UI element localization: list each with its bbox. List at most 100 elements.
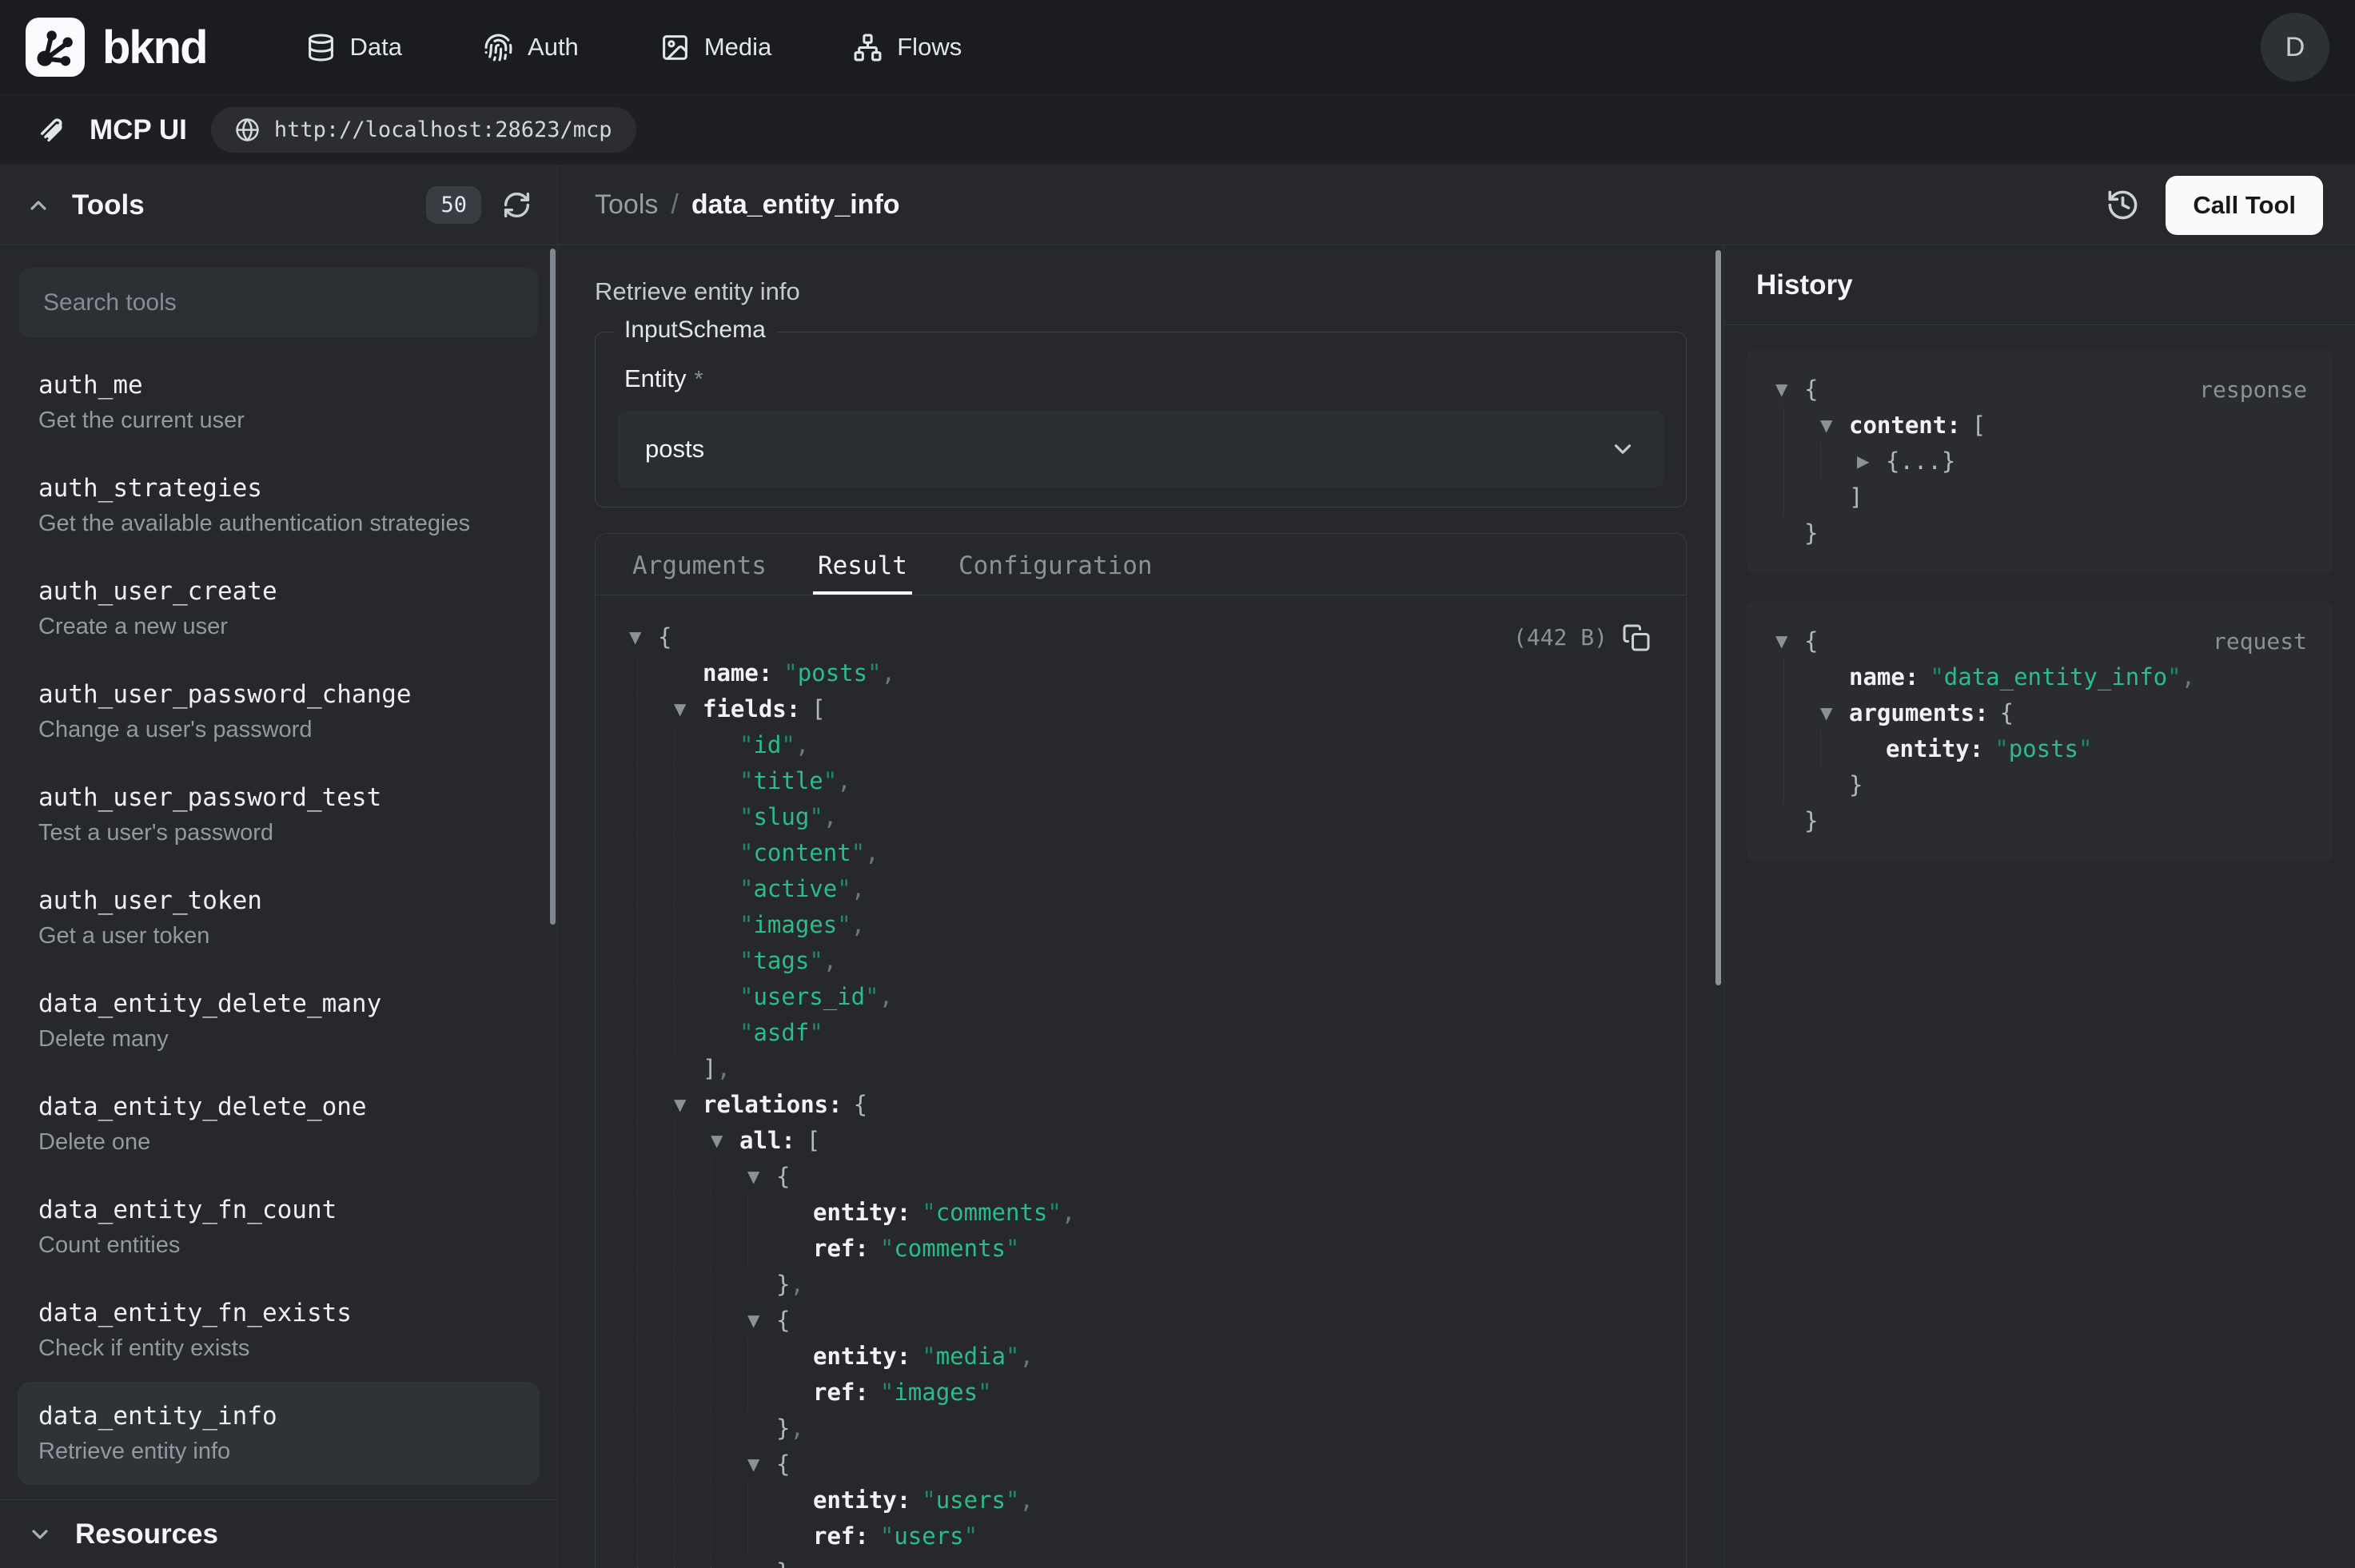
json-row: ref:"users" [623,1518,1654,1554]
history-entry-request[interactable]: ▼{requestname:"data_entity_info",▼argume… [1747,601,2333,862]
json-punctuation: } [776,1415,790,1442]
history-icon[interactable] [2106,188,2140,222]
indent-guide [637,1303,674,1339]
server-url-pill[interactable]: http://localhost:28623/mcp [211,107,636,153]
indent-guide [637,1123,674,1159]
json-string-value: "comments" [880,1235,1020,1262]
tool-item-name: auth_user_password_change [38,680,519,709]
breadcrumb-section[interactable]: Tools [595,189,658,221]
json-punctuation: { [776,1451,790,1478]
json-row-content: name:"data_entity_info", [1849,659,2195,695]
collapse-toggle-icon[interactable]: ▼ [711,1123,739,1159]
collapse-toggle-icon[interactable]: ▼ [674,1087,703,1123]
tool-item-auth_user_password_change[interactable]: auth_user_password_changeChange a user's… [18,660,540,763]
nav-item-data[interactable]: Data [284,18,424,77]
nav-item-media[interactable]: Media [638,18,794,77]
tool-item-name: data_entity_fn_exists [38,1299,519,1327]
collapse-toggle-icon[interactable]: ▼ [1775,623,1804,659]
collapse-toggle-icon[interactable]: ▼ [747,1303,776,1339]
tool-item-data_entity_delete_many[interactable]: data_entity_delete_manyDelete many [18,969,540,1073]
tool-item-auth_user_token[interactable]: auth_user_tokenGet a user token [18,866,540,969]
json-key: entity: [813,1199,911,1226]
nav-item-auth[interactable]: Auth [461,18,601,77]
tool-item-data_entity_delete_one[interactable]: data_entity_delete_oneDelete one [18,1073,540,1176]
copy-icon[interactable] [1622,623,1651,652]
search-input[interactable] [19,268,538,338]
indent-guide [674,1375,711,1411]
json-row-content: {...} [1886,444,1955,480]
brand-name: bknd [102,21,207,74]
indent-guide [711,1482,747,1518]
history-cards: ▼{response▼content:[▶{...}]}▼{requestnam… [1724,325,2355,885]
expand-toggle-icon[interactable]: ▶ [1857,444,1886,480]
nav-item-flows[interactable]: Flows [831,18,984,77]
json-row-content: relations:{ [703,1087,867,1123]
tool-item-data_entity_fn_count[interactable]: data_entity_fn_countCount entities [18,1176,540,1279]
json-row: ] [1769,480,2310,515]
indent-guide [1783,767,1820,803]
tools-section-title: Tools [72,189,145,221]
json-row-content: "tags", [739,943,837,979]
indent-guide [711,1195,747,1231]
entity-select[interactable]: posts [618,411,1664,488]
collapse-toggle-icon[interactable]: ▼ [747,1159,776,1195]
json-row-content: all:[ [739,1123,820,1159]
chevron-up-icon[interactable] [26,193,51,218]
json-row: "slug", [623,799,1654,835]
collapse-toggle-icon[interactable]: ▼ [1820,695,1849,731]
history-entry-response[interactable]: ▼{response▼content:[▶{...}]} [1747,349,2333,574]
json-punctuation: { [1804,627,1818,655]
json-punctuation: { [658,623,671,651]
tool-item-auth_user_password_test[interactable]: auth_user_password_testTest a user's pas… [18,763,540,866]
json-row-meta: response [2199,372,2310,408]
json-punctuation: , [823,803,837,830]
indent-guide [637,1339,674,1375]
body: Tools 50 auth_meGet the current userauth… [0,165,2355,1568]
collapse-toggle-icon[interactable]: ▼ [629,619,658,655]
main-scrollbar[interactable] [1715,250,1721,985]
tool-detail-panel: Retrieve entity info InputSchema Entity*… [558,245,1723,1568]
resources-section-header[interactable]: Resources [0,1499,557,1568]
user-avatar[interactable]: D [2261,13,2329,82]
indent-guide [674,1339,711,1375]
tool-item-auth_me[interactable]: auth_meGet the current user [18,351,540,454]
indent-guide [674,1482,711,1518]
tool-item-auth_user_create[interactable]: auth_user_createCreate a new user [18,557,540,660]
indent-guide [674,1554,711,1568]
indent-guide [674,1159,711,1195]
refresh-icon[interactable] [502,190,532,220]
nav-item-label: Media [704,33,771,62]
tab-configuration[interactable]: Configuration [954,534,1158,595]
tab-arguments[interactable]: Arguments [628,534,771,595]
collapse-toggle-icon[interactable]: ▼ [747,1447,776,1482]
indent-guide [1783,731,1820,767]
indent-guide [711,1303,747,1339]
tool-item-name: auth_strategies [38,474,519,503]
json-row-content: "content", [739,835,879,871]
json-string-value: "tags" [739,947,823,974]
sidebar-scrollbar[interactable] [550,249,556,925]
tab-result[interactable]: Result [813,534,912,595]
indent-guide [674,1447,711,1482]
tool-item-data_entity_info[interactable]: data_entity_infoRetrieve entity info [18,1382,540,1485]
json-punctuation: , [879,983,893,1010]
call-tool-button[interactable]: Call Tool [2166,176,2323,235]
indent-guide [747,1195,784,1231]
json-row-content: "images", [739,907,865,943]
collapse-toggle-icon[interactable]: ▼ [674,691,703,727]
tool-item-name: auth_user_password_test [38,783,519,812]
breadcrumb-separator: / [671,189,678,221]
database-icon [306,33,336,62]
indent-guide [674,799,711,835]
collapse-toggle-icon[interactable]: ▼ [1775,372,1804,408]
result-tabbox: ArgumentsResultConfiguration ▼{(442 B)na… [595,533,1687,1568]
json-row-content: name:"posts", [703,655,895,691]
brand-logo[interactable]: bknd [26,18,207,77]
result-size-badge: (442 B) [1513,619,1608,655]
json-row: "content", [623,835,1654,871]
tool-item-auth_strategies[interactable]: auth_strategies Get the available authent… [18,454,540,557]
tool-item-description: Get the available authentication strateg… [38,510,519,537]
tool-item-data_entity_fn_exists[interactable]: data_entity_fn_existsCheck if entity exi… [18,1279,540,1382]
collapse-toggle-icon[interactable]: ▼ [1820,408,1849,444]
breadcrumb: Tools / data_entity_info [595,189,900,221]
